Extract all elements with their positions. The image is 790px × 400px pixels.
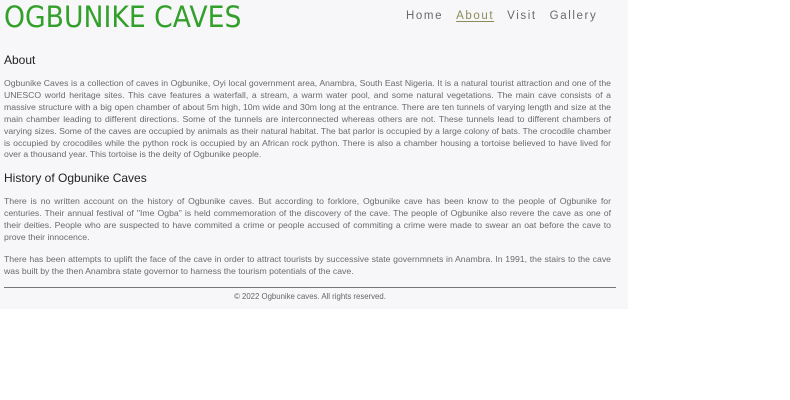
nav-about-link[interactable]: About [456, 10, 494, 22]
about-paragraph: Ogbunike Caves is a collection of caves … [4, 78, 611, 160]
nav-gallery-link[interactable]: Gallery [550, 10, 598, 22]
history-paragraph-2: There has been attempts to uplift the fa… [4, 254, 611, 276]
site-title: OGBUNIKE CAVES [4, 0, 242, 34]
page: OGBUNIKE CAVES Home About Visit Gallery Abo… [0, 0, 628, 309]
history-heading: History of Ogbunike Caves [4, 171, 147, 185]
footer-copyright: © 2022 Ogbunike caves. All rights reserv… [234, 292, 386, 301]
history-paragraph-1: There is no written account on the histo… [4, 196, 611, 242]
social-links [264, 307, 368, 309]
nav-visit-link[interactable]: Visit [507, 10, 537, 22]
main-nav: Home About Visit Gallery [406, 10, 610, 22]
footer-divider [4, 287, 616, 288]
nav-home-link[interactable]: Home [406, 10, 443, 22]
about-heading: About [4, 53, 36, 67]
